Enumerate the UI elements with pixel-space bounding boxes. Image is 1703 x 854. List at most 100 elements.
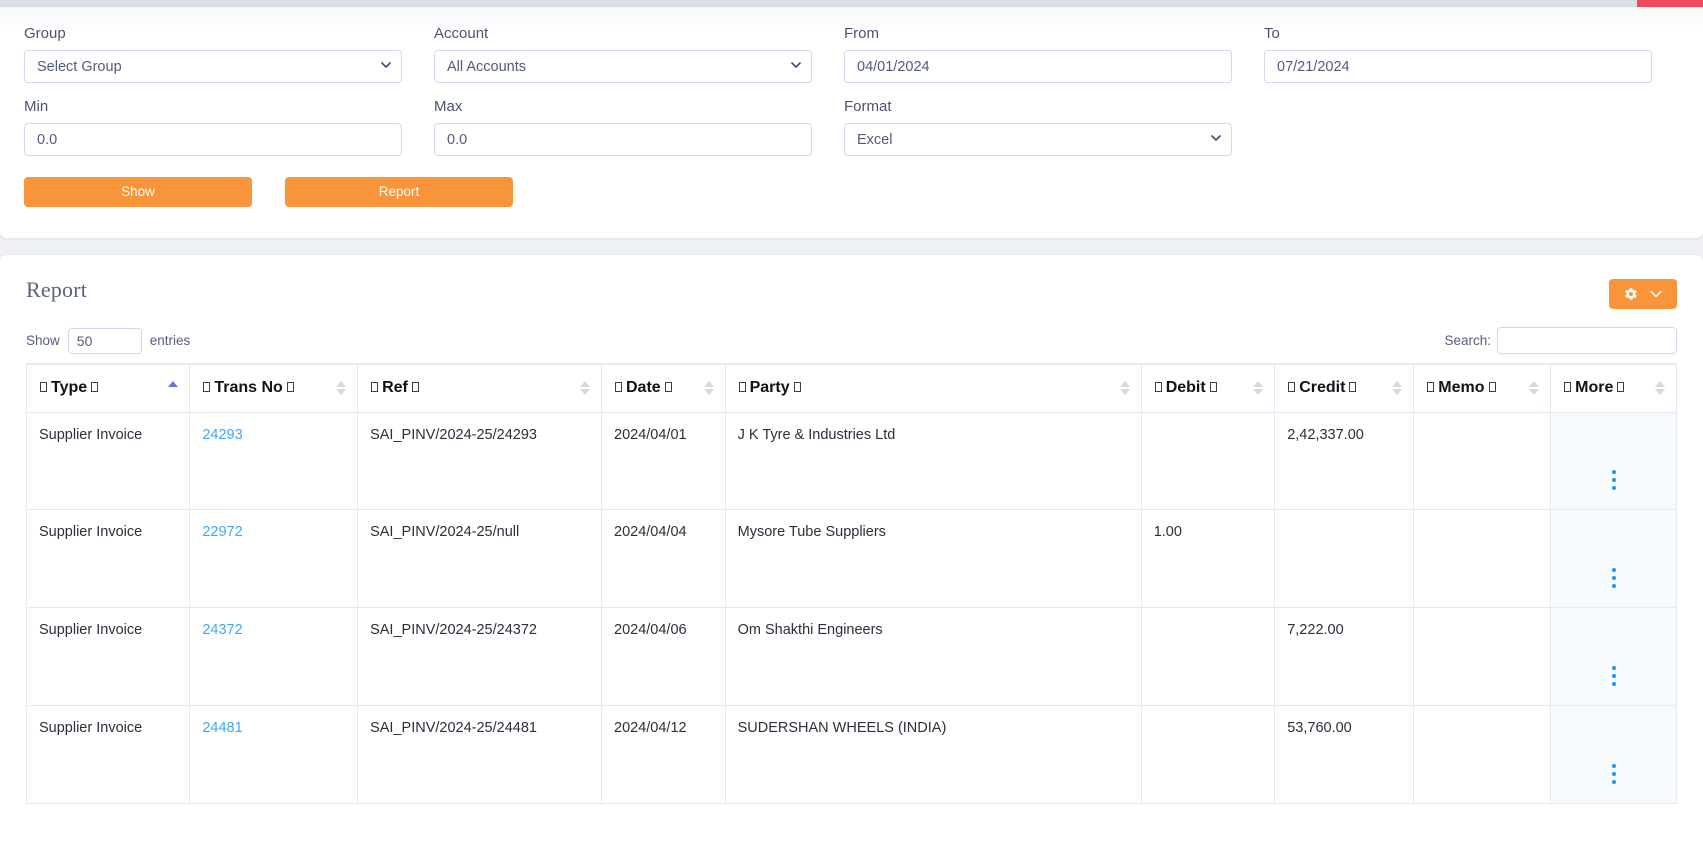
more-options-icon[interactable] <box>1611 763 1616 788</box>
sort-indicator <box>1392 380 1403 396</box>
page-length-control: Show entries <box>26 327 191 354</box>
column-label: Type <box>51 379 88 397</box>
show-entries-suffix: entries <box>149 333 191 348</box>
cell-more <box>1550 606 1677 706</box>
report-settings-button[interactable] <box>1609 279 1677 309</box>
max-input[interactable] <box>434 123 812 156</box>
report-button[interactable]: Report <box>285 177 513 207</box>
column-label: Party <box>749 379 790 397</box>
filter-field-max: Max <box>434 98 812 156</box>
filter-field-from: From <box>844 25 1232 83</box>
cell-ref: SAI_PINV/2024-25/null <box>357 508 602 608</box>
column-header-debit[interactable]: Debit <box>1140 363 1276 413</box>
column-label: Trans No <box>214 379 283 397</box>
filter-field-spacer <box>1264 98 1652 156</box>
column-header-party[interactable]: Party <box>724 363 1142 413</box>
min-input[interactable] <box>24 123 402 156</box>
cell-more <box>1550 704 1677 804</box>
search-input[interactable] <box>1497 327 1677 354</box>
cell-date: 2024/04/06 <box>601 606 726 706</box>
cell-type: Supplier Invoice <box>25 508 191 608</box>
cell-ref: SAI_PINV/2024-25/24372 <box>357 606 602 706</box>
more-options-icon[interactable] <box>1611 665 1616 690</box>
format-select[interactable]: Excel <box>844 123 1232 156</box>
column-label: Ref <box>382 379 408 397</box>
cell-credit: 7,222.00 <box>1274 606 1415 706</box>
filter-panel: Group Select Group Account All Accounts … <box>0 7 1703 238</box>
missing-glyph-icon <box>91 382 99 393</box>
gear-icon <box>1624 287 1638 301</box>
cell-more <box>1550 508 1677 608</box>
cell-debit <box>1140 606 1276 706</box>
show-button[interactable]: Show <box>24 177 252 207</box>
account-label: Account <box>434 25 489 42</box>
top-gray-strip <box>0 0 1637 7</box>
trans-no-link[interactable]: 24481 <box>202 720 242 736</box>
cell-memo <box>1413 411 1552 510</box>
column-header-date[interactable]: Date <box>601 363 726 413</box>
missing-glyph-icon <box>1154 382 1162 393</box>
report-table: Type Trans No Ref Date Party Debit Credi… <box>25 363 1677 804</box>
trans-no-link[interactable]: 24293 <box>202 427 242 443</box>
column-header-type[interactable]: Type <box>25 363 191 413</box>
table-head: Type Trans No Ref Date Party Debit Credi… <box>25 363 1677 413</box>
group-select[interactable]: Select Group <box>24 50 402 83</box>
page-root: Group Select Group Account All Accounts … <box>0 0 1703 854</box>
cell-debit <box>1140 704 1276 804</box>
cell-trans-no: 24293 <box>189 411 359 510</box>
cell-memo <box>1413 704 1552 804</box>
max-label: Max <box>434 98 463 115</box>
column-header-trans-no[interactable]: Trans No <box>189 363 359 413</box>
sort-indicator <box>336 380 347 396</box>
column-label: Debit <box>1165 379 1206 397</box>
column-label: Credit <box>1299 379 1346 397</box>
account-select[interactable]: All Accounts <box>434 50 812 83</box>
sort-indicator-ascending <box>168 380 179 396</box>
column-header-ref[interactable]: Ref <box>357 363 602 413</box>
show-entries-prefix: Show <box>26 333 60 348</box>
filter-field-account: Account All Accounts <box>434 25 812 83</box>
filter-actions: Show Report <box>24 177 1679 207</box>
cell-party: Om Shakthi Engineers <box>724 606 1142 706</box>
missing-glyph-icon <box>1617 382 1625 393</box>
more-options-icon[interactable] <box>1611 469 1616 494</box>
table-row: Supplier Invoice 24481 SAI_PINV/2024-25/… <box>25 704 1677 804</box>
cell-ref: SAI_PINV/2024-25/24293 <box>357 411 602 510</box>
from-date-input[interactable] <box>844 50 1232 83</box>
cell-credit: 2,42,337.00 <box>1274 411 1415 510</box>
more-options-icon[interactable] <box>1611 567 1616 592</box>
missing-glyph-icon <box>1564 382 1572 393</box>
to-date-input[interactable] <box>1264 50 1652 83</box>
table-header-row: Type Trans No Ref Date Party Debit Credi… <box>25 363 1677 413</box>
missing-glyph-icon <box>615 382 622 393</box>
table-row: Supplier Invoice 22972 SAI_PINV/2024-25/… <box>25 508 1677 608</box>
missing-glyph-icon <box>203 382 211 393</box>
column-header-credit[interactable]: Credit <box>1274 363 1415 413</box>
entries-count-input[interactable] <box>67 327 142 354</box>
filter-field-min: Min <box>24 98 402 156</box>
column-header-memo[interactable]: Memo <box>1413 363 1552 413</box>
missing-glyph-icon <box>793 382 801 393</box>
cell-party: SUDERSHAN WHEELS (INDIA) <box>724 704 1142 804</box>
filter-field-to: To <box>1264 25 1652 83</box>
cell-ref: SAI_PINV/2024-25/24481 <box>357 704 602 804</box>
report-header: Report <box>0 255 1703 309</box>
table-row: Supplier Invoice 24372 SAI_PINV/2024-25/… <box>25 606 1677 706</box>
sort-indicator <box>703 380 714 396</box>
column-label: More <box>1575 379 1614 397</box>
filter-field-format: Format Excel <box>844 98 1232 156</box>
to-label: To <box>1264 25 1280 42</box>
sort-indicator <box>1655 380 1665 396</box>
missing-glyph-icon <box>371 382 379 393</box>
search-control: Search: <box>1444 327 1677 354</box>
trans-no-link[interactable]: 22972 <box>202 524 242 540</box>
chevron-down-icon <box>1650 290 1662 298</box>
missing-glyph-icon <box>738 382 746 393</box>
column-header-more[interactable]: More <box>1550 363 1677 413</box>
cell-debit: 1.00 <box>1140 508 1276 608</box>
missing-glyph-icon <box>40 382 47 393</box>
format-label: Format <box>844 98 892 115</box>
trans-no-link[interactable]: 24372 <box>202 622 242 638</box>
cell-trans-no: 24372 <box>189 606 359 706</box>
missing-glyph-icon <box>1427 382 1435 393</box>
